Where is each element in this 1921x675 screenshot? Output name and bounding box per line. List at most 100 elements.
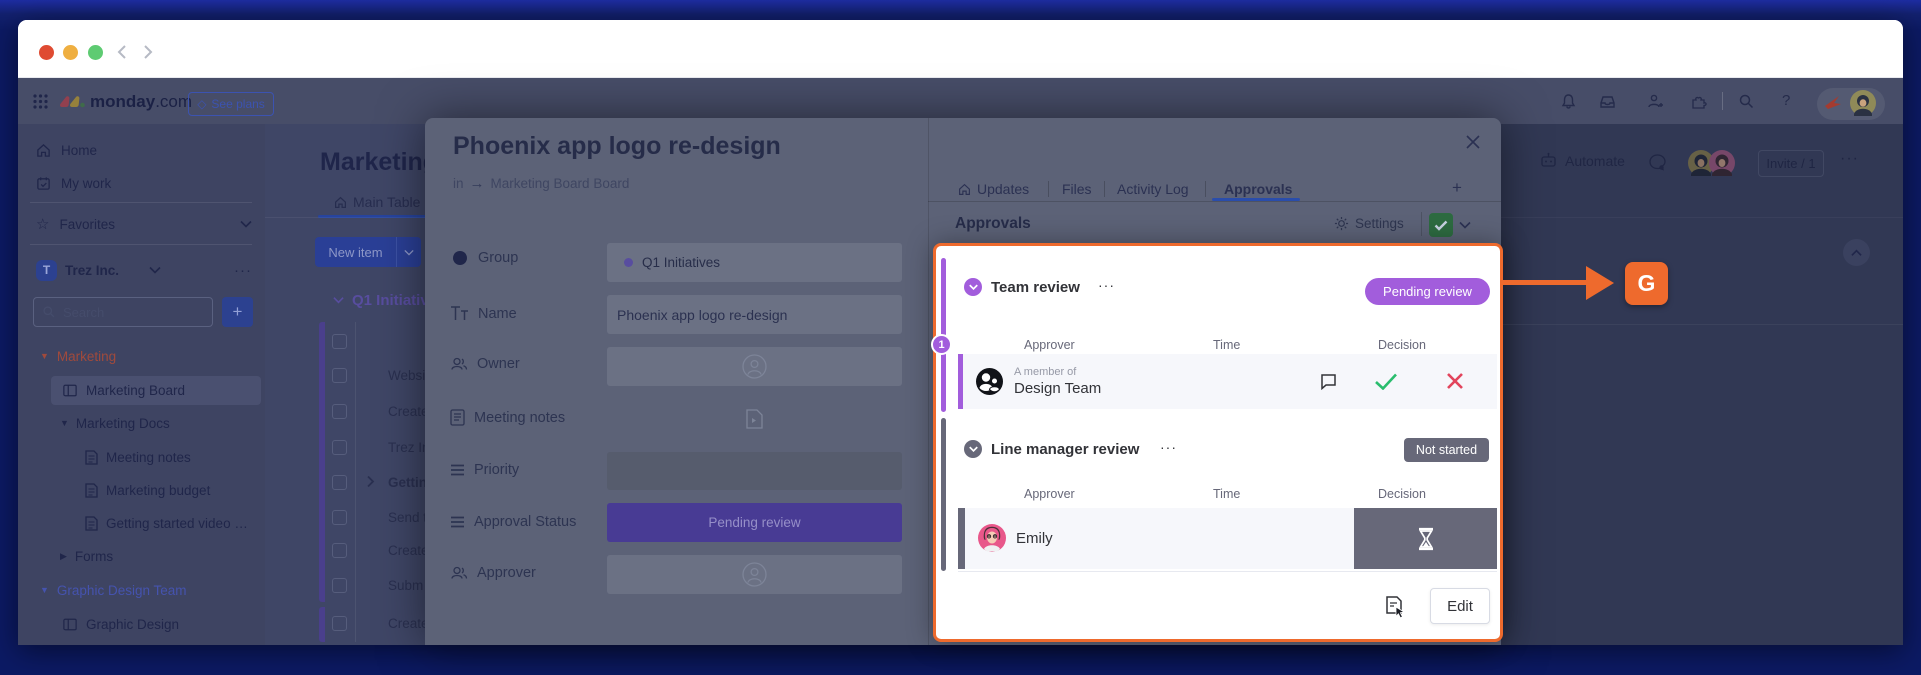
stage1-collapse-icon[interactable] (964, 278, 982, 296)
name-value: Phoenix app logo re-design (617, 307, 787, 323)
table-row[interactable]: Create (388, 404, 429, 419)
stage1-more-icon[interactable]: ··· (1098, 277, 1115, 293)
nav-back-icon[interactable] (114, 43, 132, 61)
row-checkbox[interactable] (332, 368, 347, 383)
inbox-icon[interactable] (1599, 94, 1616, 110)
sidebar-item-getting-started[interactable]: Getting started video … (85, 510, 248, 536)
logo-word: monday (90, 92, 155, 112)
monday-logo-text[interactable]: monday.com (90, 92, 192, 112)
close-icon[interactable] (1465, 134, 1481, 150)
sidebar-item-marketing-board[interactable]: Marketing Board (51, 376, 261, 405)
sidebar-divider (30, 244, 252, 245)
modal-title[interactable]: Phoenix app logo re-design (453, 132, 781, 161)
breadcrumb-board-link[interactable]: Marketing Board Board (491, 176, 630, 191)
stage2-collapse-icon[interactable] (964, 440, 982, 458)
approve-check-icon[interactable] (1374, 373, 1398, 390)
workspace-switcher[interactable]: T Trez Inc. ··· (36, 256, 252, 284)
new-item-button[interactable]: New item (315, 237, 421, 267)
triangle-down-icon: ▼ (60, 418, 69, 428)
stage2-decision-cell[interactable] (1354, 508, 1497, 569)
row-checkbox[interactable] (332, 404, 347, 419)
triangle-down-icon: ▼ (40, 351, 49, 361)
traffic-light-close[interactable] (39, 45, 54, 60)
approval-checkbox-button[interactable] (1429, 213, 1453, 237)
apps-marketplace-icon[interactable] (1690, 93, 1707, 110)
apps-grid-icon[interactable] (33, 94, 48, 109)
traffic-light-minimize[interactable] (63, 45, 78, 60)
scroll-to-top-button[interactable] (1843, 239, 1870, 266)
annotation-arrow-line (1503, 280, 1589, 285)
stage2-approver-name: Emily (1016, 530, 1053, 547)
table-row[interactable]: Send t (388, 510, 427, 525)
sidebar-search[interactable] (33, 297, 213, 327)
see-plans-button[interactable]: ◇ See plans (188, 92, 274, 116)
tab-updates[interactable]: Updates (958, 179, 1029, 199)
sidebar-item-meeting-notes[interactable]: Meeting notes (85, 444, 191, 470)
stage1-name: Team review (991, 279, 1080, 296)
field-label-approval-status: Approval Status (450, 514, 576, 530)
sidebar-item-favorites[interactable]: ☆ Favorites (36, 210, 252, 238)
sidebar-item-graphic-design[interactable]: Graphic Design (63, 611, 179, 637)
tab-activity-log[interactable]: Activity Log (1117, 181, 1189, 197)
search-icon[interactable] (1738, 93, 1755, 110)
field-value-group[interactable]: Q1 Initiatives (607, 243, 902, 282)
sidebar-item-label: Favorites (59, 217, 115, 232)
doc-placeholder-icon (746, 409, 763, 429)
help-icon[interactable]: ? (1782, 92, 1790, 109)
new-item-dropdown[interactable] (397, 249, 421, 256)
field-value-owner[interactable] (607, 347, 902, 386)
approvals-settings-button[interactable]: Settings (1334, 216, 1404, 231)
approval-dropdown-icon[interactable] (1459, 221, 1471, 229)
row-checkbox[interactable] (332, 578, 347, 593)
sidebar-item-forms[interactable]: ▶ Forms (60, 543, 113, 569)
comment-icon[interactable] (1320, 373, 1337, 390)
user-avatar[interactable] (1850, 90, 1876, 116)
table-row[interactable]: Create (388, 543, 429, 558)
row-checkbox[interactable] (332, 475, 347, 490)
row-checkbox[interactable] (332, 440, 347, 455)
field-label-group: Group (452, 250, 518, 266)
sidebar-item-marketing-docs[interactable]: ▼ Marketing Docs (60, 410, 170, 436)
sidebar-section-graphic-design-team[interactable]: ▼ Graphic Design Team (40, 577, 186, 603)
column-header-approver: Approver (1024, 487, 1075, 501)
traffic-light-zoom[interactable] (88, 45, 103, 60)
hourglass-icon (1416, 527, 1436, 551)
select-all-checkbox[interactable] (332, 334, 347, 349)
field-value-meeting-notes[interactable] (607, 400, 902, 438)
tab-main-table[interactable]: Main Table (334, 192, 420, 212)
add-tab-button[interactable]: + (1452, 178, 1462, 198)
table-row[interactable]: Create (388, 616, 429, 631)
field-value-approval-status[interactable]: Pending review (607, 503, 902, 542)
invite-members-icon[interactable] (1646, 93, 1664, 110)
expand-row-icon[interactable] (366, 475, 375, 488)
field-value-priority[interactable] (607, 452, 902, 490)
sidebar-item-my-work[interactable]: My work (36, 169, 111, 197)
table-row[interactable]: Websi (388, 368, 425, 383)
view-log-cursor-icon[interactable] (1385, 596, 1407, 619)
tab-files[interactable]: Files (1062, 181, 1092, 197)
tab-approvals[interactable]: Approvals (1224, 181, 1292, 197)
table-row[interactable]: Trez In (388, 440, 430, 455)
board-row-line (1501, 324, 1903, 325)
field-value-approver[interactable] (607, 555, 902, 594)
table-row[interactable]: Gettin (388, 475, 427, 490)
stage2-more-icon[interactable]: ··· (1160, 439, 1177, 455)
sidebar-item-home[interactable]: Home (36, 136, 97, 164)
reject-x-icon[interactable] (1446, 372, 1464, 390)
search-input[interactable] (63, 305, 193, 320)
row-checkbox[interactable] (332, 616, 347, 631)
row-checkbox[interactable] (332, 510, 347, 525)
field-label-approver: Approver (450, 565, 536, 581)
notifications-bell-icon[interactable] (1560, 93, 1577, 110)
nav-forward-icon[interactable] (138, 43, 156, 61)
workspace-more-icon[interactable]: ··· (234, 262, 252, 279)
field-value-name[interactable]: Phoenix app logo re-design (607, 295, 902, 334)
sidebar-item-marketing-budget[interactable]: Marketing budget (85, 477, 210, 503)
new-item-label: New item (315, 245, 396, 260)
add-board-button[interactable]: + (222, 297, 253, 327)
sidebar-section-marketing[interactable]: ▼ Marketing (40, 343, 116, 369)
tab-divider (1048, 181, 1049, 197)
table-row[interactable]: Subm (388, 578, 423, 593)
row-checkbox[interactable] (332, 543, 347, 558)
edit-button[interactable]: Edit (1430, 588, 1490, 624)
